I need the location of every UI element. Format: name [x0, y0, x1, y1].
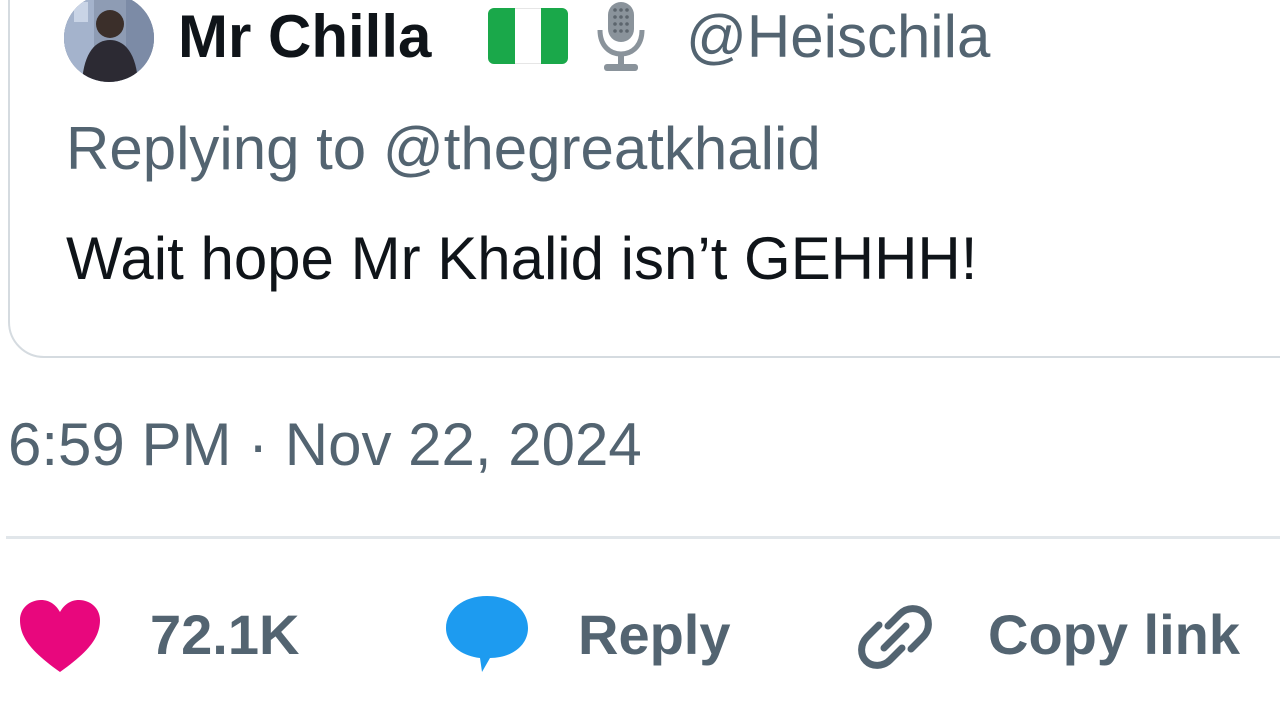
divider: [6, 536, 1280, 539]
speech-bubble-icon: [446, 596, 528, 672]
like-count: 72.1K: [150, 603, 300, 666]
link-icon: [858, 605, 932, 669]
replying-to-label[interactable]: Replying to @thegreatkhalid: [66, 114, 821, 184]
copy-link-label: Copy link: [988, 603, 1241, 666]
action-bar: 72.1K Reply Copy link: [0, 590, 1280, 680]
nigeria-flag-emoji: [488, 8, 568, 64]
tweet-text: Wait hope Mr Khalid isn’t GEHHH!: [66, 225, 978, 292]
tweet-detail-view: Mr Chilla @Heischila Replying to @thegre…: [0, 0, 1280, 720]
reply-label: Reply: [578, 603, 731, 666]
like-button[interactable]: 72.1K: [18, 590, 328, 680]
display-name[interactable]: Mr Chilla: [178, 2, 431, 72]
tweet-timestamp[interactable]: 6:59 PM · Nov 22, 2024: [8, 410, 642, 480]
reply-button[interactable]: Reply: [444, 590, 754, 680]
microphone-emoji: [597, 2, 645, 71]
heart-icon: [20, 600, 100, 672]
user-handle[interactable]: @Heischila: [686, 2, 990, 72]
copy-link-button[interactable]: Copy link: [854, 590, 1274, 680]
